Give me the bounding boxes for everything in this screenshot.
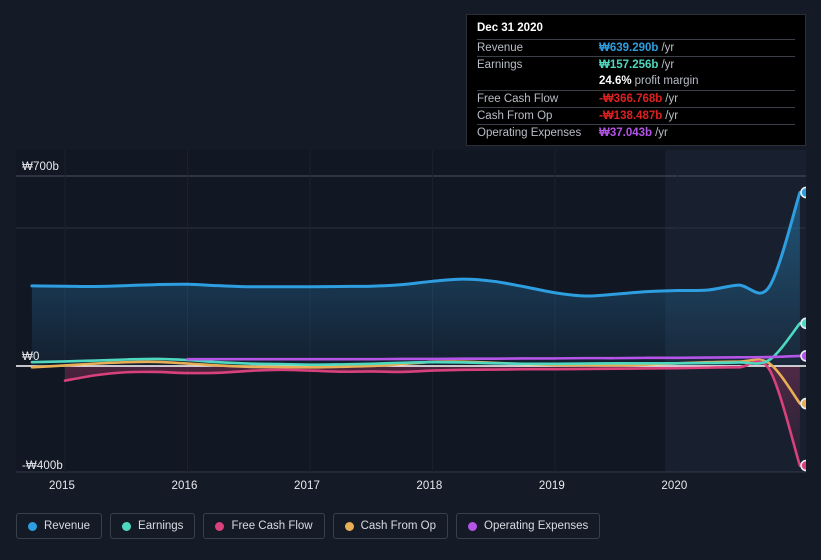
x-axis-tick-label: 2017 bbox=[293, 480, 320, 492]
legend-item-cash-from-op[interactable]: Cash From Op bbox=[332, 513, 449, 539]
chart-tooltip: Dec 31 2020 Revenue ₩639.290b/yr Earnings ₩… bbox=[466, 14, 806, 146]
x-axis-tick-label: 2015 bbox=[48, 480, 75, 492]
tooltip-date: Dec 31 2020 bbox=[477, 22, 543, 34]
tooltip-rows: Revenue ₩639.290b/yr Earnings ₩157.256b/yr 2… bbox=[477, 39, 795, 141]
legend-item-earnings[interactable]: Earnings bbox=[110, 513, 196, 539]
tooltip-row: 24.6% profit margin bbox=[477, 73, 795, 90]
legend-item-label: Cash From Op bbox=[360, 520, 437, 532]
tooltip-row-value: ₩157.256b bbox=[599, 59, 659, 71]
tooltip-row-value-group: -₩138.487b/yr bbox=[599, 110, 678, 122]
legend-color-dot-icon bbox=[344, 521, 354, 531]
tooltip-row-suffix: profit margin bbox=[634, 75, 699, 87]
tooltip-row: Revenue ₩639.290b/yr bbox=[477, 39, 795, 56]
legend-item-label: Operating Expenses bbox=[484, 520, 589, 532]
legend-item-revenue[interactable]: Revenue bbox=[16, 513, 103, 539]
tooltip-row: Earnings ₩157.256b/yr bbox=[477, 56, 795, 73]
tooltip-row-label: Revenue bbox=[477, 42, 524, 54]
x-axis-tick-label: 2020 bbox=[661, 480, 688, 492]
legend-item-label: Free Cash Flow bbox=[231, 520, 313, 532]
tooltip-row-value-group: ₩639.290b/yr bbox=[599, 42, 674, 54]
tooltip-row-suffix: /yr bbox=[655, 127, 668, 139]
tooltip-row-value: -₩138.487b bbox=[599, 110, 663, 122]
legend-item-operating-expenses[interactable]: Operating Expenses bbox=[456, 513, 601, 539]
x-axis-tick-label: 2016 bbox=[171, 480, 198, 492]
legend-item-label: Revenue bbox=[44, 520, 91, 532]
legend-color-dot-icon bbox=[468, 521, 478, 531]
tooltip-row-value-group: ₩157.256b/yr bbox=[599, 59, 674, 71]
tooltip-row-value-group: 24.6% profit margin bbox=[599, 75, 699, 87]
tooltip-row-value-group: ₩37.043b/yr bbox=[599, 127, 668, 139]
tooltip-row-label: Free Cash Flow bbox=[477, 93, 559, 105]
financial-chart-app: ₩700b ₩0 -₩400b 2015 2016 2017 2018 2019 2020 D… bbox=[0, 0, 821, 560]
tooltip-row-suffix: /yr bbox=[665, 93, 679, 105]
tooltip-row-value: -₩366.768b bbox=[599, 93, 663, 105]
tooltip-row-suffix: /yr bbox=[665, 110, 679, 122]
legend-item-label: Earnings bbox=[138, 520, 184, 532]
tooltip-row-label: Cash From Op bbox=[477, 110, 553, 122]
tooltip-row-label: Operating Expenses bbox=[477, 127, 582, 139]
y-axis-tick-label: ₩0 bbox=[22, 351, 40, 363]
chart-legend[interactable]: Revenue Earnings Free Cash Flow Cash From O… bbox=[16, 513, 601, 539]
tooltip-row: Cash From Op -₩138.487b/yr bbox=[477, 107, 795, 124]
tooltip-row: Free Cash Flow -₩366.768b/yr bbox=[477, 90, 795, 107]
x-axis-tick-label: 2018 bbox=[416, 480, 443, 492]
tooltip-row: Operating Expenses ₩37.043b/yr bbox=[477, 124, 795, 141]
tooltip-row-value: ₩639.290b bbox=[599, 42, 659, 54]
x-axis-tick-label: 2019 bbox=[538, 480, 565, 492]
legend-color-dot-icon bbox=[28, 521, 37, 531]
tooltip-row-suffix: /yr bbox=[661, 59, 675, 71]
tooltip-row-label: Earnings bbox=[477, 59, 523, 71]
y-axis-tick-label: ₩700b bbox=[22, 161, 59, 173]
legend-item-free-cash-flow[interactable]: Free Cash Flow bbox=[203, 513, 325, 539]
tooltip-row-suffix: /yr bbox=[661, 42, 675, 54]
y-axis-tick-label: -₩400b bbox=[22, 459, 63, 472]
tooltip-row-value-group: -₩366.768b/yr bbox=[599, 93, 678, 105]
tooltip-row-value: 24.6% bbox=[599, 75, 632, 87]
legend-color-dot-icon bbox=[215, 521, 225, 531]
tooltip-row-value: ₩37.043b bbox=[599, 127, 653, 139]
legend-color-dot-icon bbox=[122, 521, 132, 531]
